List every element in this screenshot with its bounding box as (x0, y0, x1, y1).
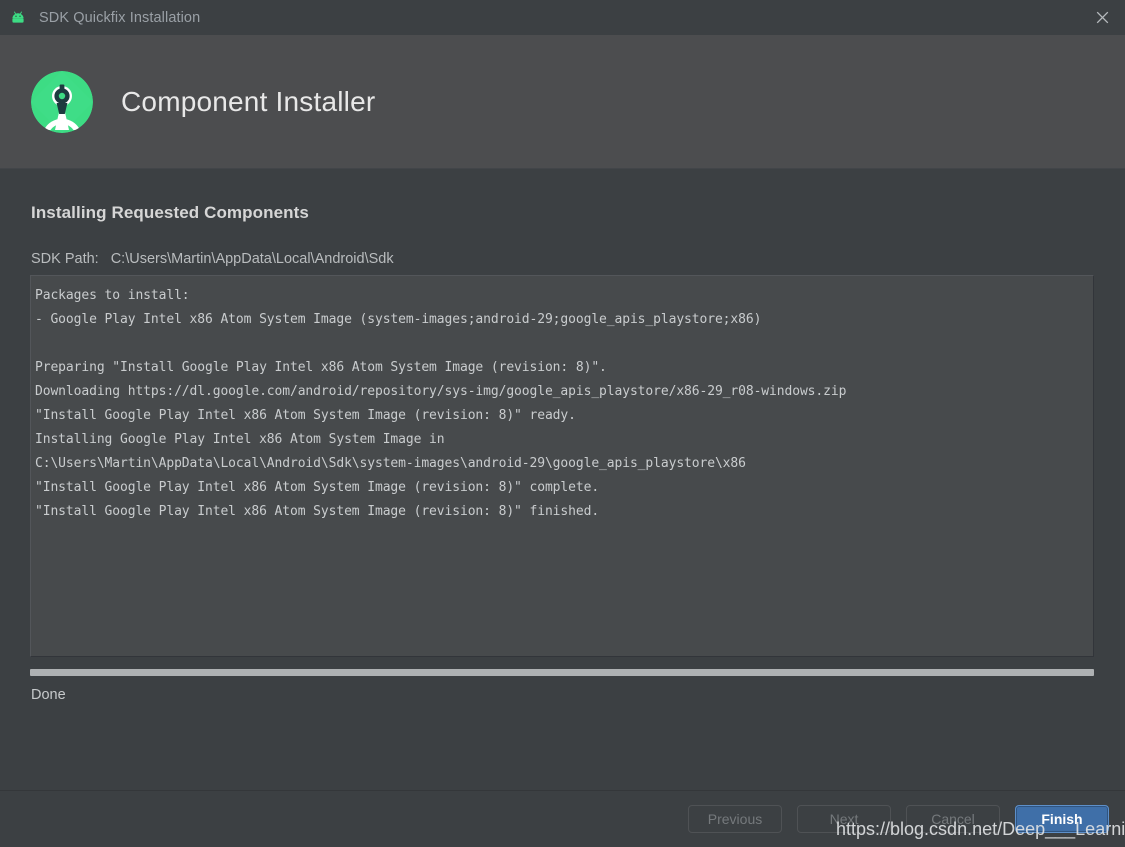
android-studio-logo (31, 70, 93, 133)
android-robot-icon (11, 9, 29, 27)
log-line: C:\Users\Martin\AppData\Local\Android\Sd… (35, 456, 746, 471)
window-titlebar: SDK Quickfix Installation (0, 0, 1125, 35)
log-line: "Install Google Play Intel x86 Atom Syst… (35, 408, 576, 423)
install-progress-bar (30, 669, 1094, 676)
sdk-path-label: SDK Path: (31, 251, 99, 267)
log-line: "Install Google Play Intel x86 Atom Syst… (35, 480, 600, 495)
wizard-footer: Previous Next Cancel Finish (0, 790, 1125, 847)
window-title: SDK Quickfix Installation (39, 9, 201, 26)
install-log-console[interactable]: Packages to install: - Google Play Intel … (30, 275, 1094, 657)
sdk-quickfix-installation-window: SDK Quickfix Installation Component Inst… (0, 0, 1125, 847)
finish-button[interactable]: Finish (1015, 805, 1109, 833)
log-line: Packages to install: (35, 288, 190, 303)
wizard-header: Component Installer (0, 35, 1125, 169)
log-line: - Google Play Intel x86 Atom System Imag… (35, 312, 762, 327)
install-log-lines: Packages to install: - Google Play Intel … (35, 284, 1087, 524)
log-line: Preparing "Install Google Play Intel x86… (35, 360, 607, 375)
sdk-path-row: SDK Path: C:\Users\Martin\AppData\Local\… (31, 251, 394, 267)
next-button[interactable]: Next (797, 805, 891, 833)
step-title: Installing Requested Components (31, 203, 309, 222)
sdk-path-value: C:\Users\Martin\AppData\Local\Android\Sd… (110, 251, 394, 267)
previous-button[interactable]: Previous (688, 805, 782, 833)
install-progress-fill (30, 669, 1094, 676)
cancel-button[interactable]: Cancel (906, 805, 1000, 833)
close-icon[interactable] (1079, 0, 1125, 35)
log-line: "Install Google Play Intel x86 Atom Syst… (35, 504, 600, 519)
status-label: Done (31, 687, 66, 703)
wizard-body: Installing Requested Components SDK Path… (0, 169, 1125, 790)
log-line: Installing Google Play Intel x86 Atom Sy… (35, 432, 445, 447)
log-line: Downloading https://dl.google.com/androi… (35, 384, 847, 399)
page-title: Component Installer (121, 85, 376, 117)
